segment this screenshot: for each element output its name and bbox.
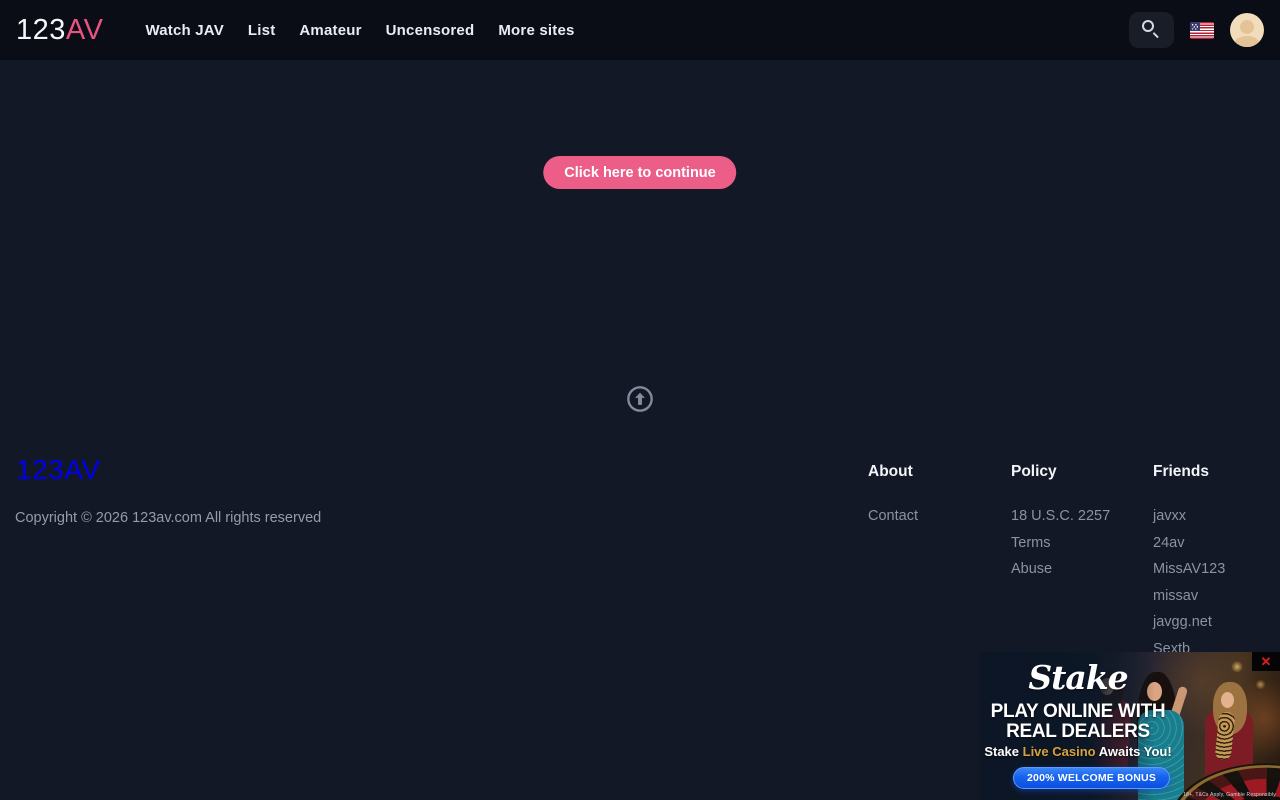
- navbar: 123AV Watch JAV List Amateur Uncensored …: [0, 0, 1280, 60]
- nav-item-list[interactable]: List: [248, 22, 275, 39]
- ad-tagline-prefix: Stake: [984, 744, 1022, 759]
- nav-item-uncensored[interactable]: Uncensored: [386, 22, 475, 39]
- ad-disclaimer: 18+, T&Cs Apply, Gamble Responsibly: [1183, 792, 1276, 798]
- ad-cta-button[interactable]: 200% WELCOME BONUS: [1013, 767, 1170, 789]
- nav-item-amateur[interactable]: Amateur: [299, 22, 361, 39]
- site-logo[interactable]: 123AV: [16, 14, 103, 47]
- footer-column-about: About Contact: [868, 463, 988, 530]
- ad-close-button[interactable]: ✕: [1252, 652, 1280, 671]
- ad-banner[interactable]: ✕ Stake PLAY ONLINE WITH REAL DEALERS St…: [980, 652, 1280, 800]
- ad-tagline: Stake Live Casino Awaits You!: [980, 744, 1176, 759]
- footer-column-title: Friends: [1153, 463, 1273, 481]
- nav-item-watch-jav[interactable]: Watch JAV: [145, 22, 223, 39]
- us-flag-icon[interactable]: [1190, 22, 1214, 39]
- ad-headline-line1: PLAY ONLINE WITH: [980, 702, 1176, 722]
- footer-link-javxx[interactable]: javxx: [1153, 503, 1273, 530]
- nav-item-more-sites[interactable]: More sites: [498, 22, 574, 39]
- footer-column-friends: Friends javxx 24av MissAV123 missav javg…: [1153, 463, 1273, 663]
- ad-tagline-highlight: Live Casino: [1023, 744, 1096, 759]
- footer-logo[interactable]: 123AV: [16, 454, 101, 486]
- ad-tagline-suffix: Awaits You!: [1096, 744, 1172, 759]
- search-button[interactable]: [1129, 12, 1174, 48]
- logo-text-av: AV: [66, 14, 104, 46]
- main-nav: Watch JAV List Amateur Uncensored More s…: [145, 22, 574, 39]
- footer-link-abuse[interactable]: Abuse: [1011, 556, 1136, 583]
- navbar-right: [1129, 12, 1264, 48]
- continue-button[interactable]: Click here to continue: [543, 156, 736, 189]
- user-avatar[interactable]: [1230, 13, 1264, 47]
- copyright-text: Copyright © 2026 123av.com All rights re…: [15, 510, 321, 526]
- footer-link-missav123[interactable]: MissAV123: [1153, 556, 1273, 583]
- footer-link-contact[interactable]: Contact: [868, 503, 988, 530]
- footer-link-missav[interactable]: missav: [1153, 583, 1273, 610]
- footer-column-policy: Policy 18 U.S.C. 2257 Terms Abuse: [1011, 463, 1136, 583]
- footer-link-24av[interactable]: 24av: [1153, 530, 1273, 557]
- footer-column-title: Policy: [1011, 463, 1136, 481]
- back-to-top-button[interactable]: [626, 385, 654, 413]
- arrow-up-circle-icon: [626, 385, 654, 413]
- logo-text-123: 123: [16, 14, 66, 46]
- search-icon: [1142, 20, 1154, 32]
- footer-link-javgg[interactable]: javgg.net: [1153, 609, 1273, 636]
- footer-link-2257[interactable]: 18 U.S.C. 2257: [1011, 503, 1136, 530]
- ad-headline: PLAY ONLINE WITH REAL DEALERS: [980, 702, 1176, 742]
- dealer-figure: [1221, 692, 1234, 708]
- footer-column-title: About: [868, 463, 988, 481]
- footer-logo-av: AV: [64, 454, 100, 485]
- ad-brand-logo: Stake: [998, 658, 1158, 697]
- footer-logo-123: 123: [16, 454, 64, 485]
- ad-headline-line2: REAL DEALERS: [980, 722, 1176, 742]
- footer-link-terms[interactable]: Terms: [1011, 530, 1136, 557]
